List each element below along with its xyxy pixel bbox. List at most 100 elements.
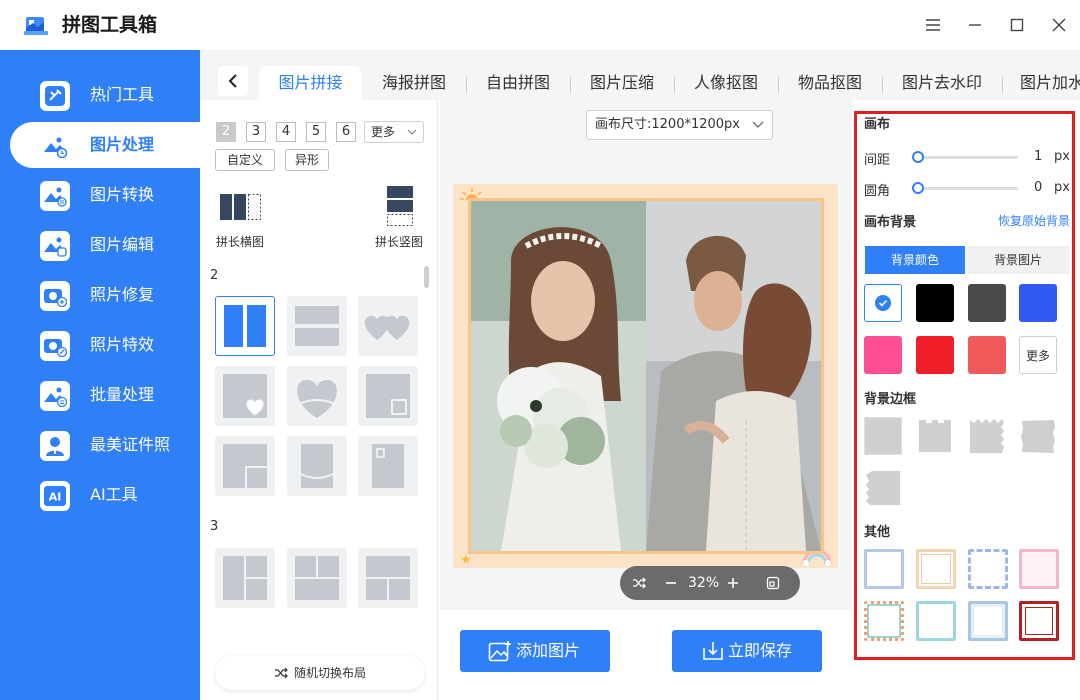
check-icon	[875, 295, 891, 311]
random-layout-label: 随机切换布局	[293, 666, 366, 680]
color-swatch-gray[interactable]	[968, 284, 1006, 322]
border-option-zigzag[interactable]	[968, 417, 1006, 455]
frame-option-dotted-blue[interactable]	[968, 549, 1008, 589]
back-button[interactable]	[218, 66, 248, 96]
menu-icon[interactable]	[921, 13, 945, 37]
frame-option-teal[interactable]	[916, 601, 956, 641]
sidebar-item-label: 图片编辑	[90, 235, 155, 254]
layout-scrollbar[interactable]	[424, 266, 429, 288]
bride-photo[interactable]	[471, 201, 646, 551]
frame-option-red[interactable]	[1019, 601, 1059, 641]
spacing-slider[interactable]	[916, 156, 1018, 159]
frame-option-light-blue[interactable]	[968, 601, 1008, 641]
template-three-b[interactable]	[287, 548, 347, 608]
tab-portrait-cutout[interactable]: 人像抠图	[684, 66, 768, 100]
frame-option-pink[interactable]	[1019, 549, 1059, 589]
frame-option-beige[interactable]	[916, 549, 956, 589]
template-three-a[interactable]	[215, 548, 275, 608]
border-option-torn[interactable]	[864, 469, 902, 507]
zoom-in-icon[interactable]	[726, 576, 740, 590]
sidebar-item-label: 照片特效	[90, 335, 155, 354]
template-big-heart[interactable]	[287, 366, 347, 426]
maximize-icon[interactable]	[1005, 13, 1029, 37]
long-horizontal-icon[interactable]	[220, 194, 262, 220]
canvas-section-title: 画布	[864, 117, 891, 132]
sidebar-item-label: 批量处理	[90, 385, 155, 404]
star-sticker-icon	[461, 554, 471, 564]
close-icon[interactable]	[1047, 13, 1071, 37]
minimize-icon[interactable]	[963, 13, 987, 37]
restore-bg-link[interactable]: 恢复原始背景	[998, 212, 1070, 229]
bg-image-tab[interactable]: 背景图片	[966, 246, 1070, 274]
frame-option-floral[interactable]	[864, 601, 904, 641]
count-6-button[interactable]: 6	[336, 122, 356, 142]
fit-screen-icon[interactable]	[766, 576, 780, 590]
more-count-label: 更多	[371, 125, 396, 139]
chevron-down-icon	[407, 129, 417, 135]
template-square-inset[interactable]	[358, 366, 418, 426]
more-colors-button[interactable]: 更多	[1019, 336, 1057, 374]
border-option-notched[interactable]	[916, 417, 954, 455]
collage-photo-area[interactable]	[468, 198, 824, 554]
count-2-button[interactable]: 2	[216, 122, 236, 142]
count-4-button[interactable]: 4	[276, 122, 296, 142]
spacing-slider-handle[interactable]	[912, 151, 924, 163]
sidebar-item-photo-repair[interactable]: 照片修复	[0, 272, 200, 318]
random-layout-button[interactable]: 随机切换布局	[215, 656, 425, 690]
color-swatch-blue[interactable]	[1019, 284, 1057, 322]
color-swatch-white[interactable]	[864, 284, 902, 322]
section-3-label: 3	[210, 519, 219, 534]
tab-object-cutout[interactable]: 物品抠图	[788, 66, 872, 100]
add-image-icon	[488, 641, 511, 662]
sidebar-item-hot-tools[interactable]: 热门工具	[0, 72, 200, 118]
sidebar-item-image-edit[interactable]: 图片编辑	[0, 222, 200, 268]
sidebar-item-photo-effects[interactable]: 照片特效	[0, 322, 200, 368]
tab-free-collage[interactable]: 自由拼图	[476, 66, 560, 100]
template-curve-split[interactable]	[287, 436, 347, 496]
irregular-button[interactable]: 异形	[285, 149, 329, 171]
tab-add-watermark[interactable]: 图片加水	[1012, 66, 1080, 100]
template-two-columns[interactable]	[215, 296, 275, 356]
tab-image-stitch[interactable]: 图片拼接	[259, 66, 362, 100]
color-swatch-coral[interactable]	[968, 336, 1006, 374]
color-swatch-red[interactable]	[916, 336, 954, 374]
custom-button[interactable]: 自定义	[215, 149, 275, 171]
couple-photo[interactable]	[646, 201, 821, 551]
shuffle-icon[interactable]	[632, 576, 646, 590]
color-swatch-pink[interactable]	[864, 336, 902, 374]
tab-image-compress[interactable]: 图片压缩	[580, 66, 664, 100]
save-now-label: 立即保存	[728, 641, 793, 660]
sidebar-item-batch[interactable]: 批量处理	[0, 372, 200, 418]
border-option-plain[interactable]	[864, 417, 902, 455]
app-logo-icon	[24, 17, 48, 35]
more-count-select[interactable]: 更多	[364, 121, 424, 143]
border-option-rough[interactable]	[1019, 417, 1057, 455]
template-corner-inset[interactable]	[215, 436, 275, 496]
sidebar-item-label: 图片处理	[90, 135, 155, 154]
color-swatch-black[interactable]	[916, 284, 954, 322]
frame-option-blue[interactable]	[864, 549, 904, 589]
add-image-button[interactable]: 添加图片	[460, 630, 610, 672]
count-3-button[interactable]: 3	[246, 122, 266, 142]
radius-slider-handle[interactable]	[912, 182, 924, 194]
tab-poster-collage[interactable]: 海报拼图	[372, 66, 456, 100]
bg-color-tab[interactable]: 背景颜色	[865, 246, 965, 274]
zoom-out-icon[interactable]	[664, 576, 678, 590]
sidebar-item-ai-tools[interactable]: AI AI工具	[0, 472, 200, 518]
template-two-hearts[interactable]	[358, 296, 418, 356]
sidebar-item-id-photo[interactable]: 最美证件照	[0, 422, 200, 468]
long-vertical-icon[interactable]	[387, 186, 413, 226]
count-5-button[interactable]: 5	[306, 122, 326, 142]
tab-remove-watermark[interactable]: 图片去水印	[892, 66, 992, 100]
template-heart-inset[interactable]	[215, 366, 275, 426]
radius-slider[interactable]	[916, 187, 1018, 190]
template-three-c[interactable]	[358, 548, 418, 608]
section-2-label: 2	[210, 268, 219, 283]
photo-effects-icon	[40, 331, 70, 361]
template-two-rows[interactable]	[287, 296, 347, 356]
template-small-inset[interactable]	[358, 436, 418, 496]
save-now-button[interactable]: 立即保存	[672, 630, 822, 672]
sidebar-item-image-processing[interactable]: 图片处理	[10, 122, 200, 168]
canvas-size-select[interactable]: 画布尺寸:1200*1200px	[586, 110, 773, 140]
sidebar-item-image-convert[interactable]: 图片转换	[0, 172, 200, 218]
